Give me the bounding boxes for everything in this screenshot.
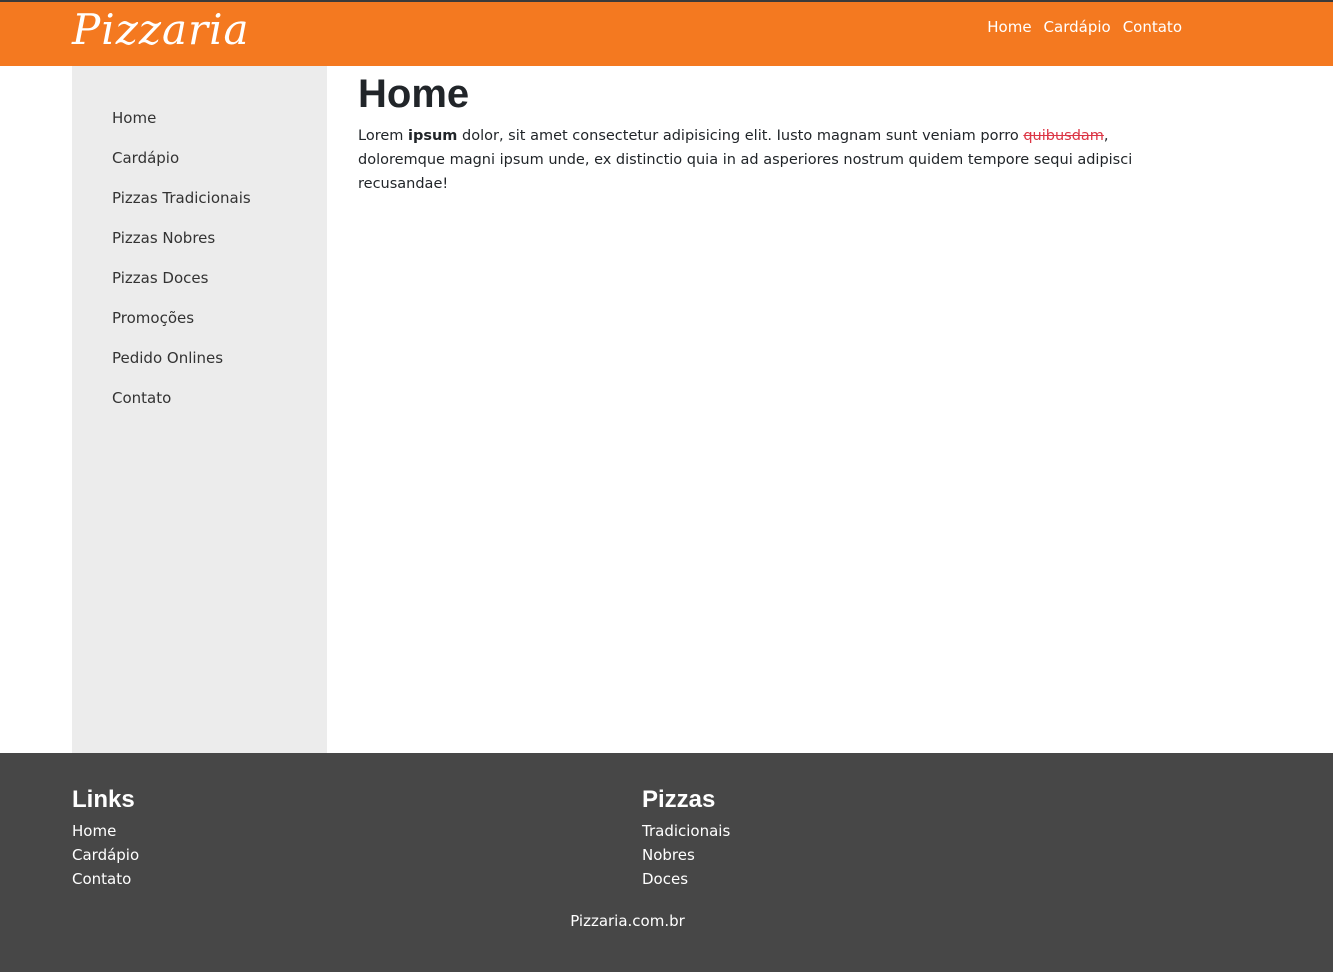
- footer-link-contato[interactable]: Contato: [72, 867, 139, 891]
- top-nav: Home Cardápio Contato: [987, 16, 1182, 38]
- footer-links-column: Links Home Cardápio Contato: [72, 785, 139, 891]
- footer-pizzas-column: Pizzas Tradicionais Nobres Doces: [642, 785, 730, 891]
- sidebar-item-contato[interactable]: Contato: [72, 388, 327, 428]
- main-content: Home Lorem ipsum dolor, sit amet consect…: [358, 66, 1188, 196]
- sidebar-item-cardapio[interactable]: Cardápio: [72, 148, 327, 188]
- footer-link-tradicionais[interactable]: Tradicionais: [642, 819, 730, 843]
- top-nav-home-link[interactable]: Home: [987, 16, 1031, 38]
- intro-paragraph: Lorem ipsum dolor, sit amet consectetur …: [358, 124, 1188, 196]
- footer-copyright: Pizzaria.com.br: [570, 912, 685, 930]
- footer-links-heading: Links: [72, 786, 135, 813]
- paragraph-bold-text: ipsum: [408, 128, 458, 144]
- sidebar-item-pizzas-tradicionais[interactable]: Pizzas Tradicionais: [72, 188, 327, 228]
- footer-pizzas-heading: Pizzas: [642, 786, 716, 813]
- sidebar-menu: Home Cardápio Pizzas Tradicionais Pizzas…: [72, 66, 327, 428]
- paragraph-text-1: Lorem: [358, 128, 408, 144]
- top-nav-contato-link[interactable]: Contato: [1123, 16, 1182, 38]
- paragraph-text-2: dolor, sit amet consectetur adipisicing …: [457, 128, 1024, 144]
- top-nav-cardapio-link[interactable]: Cardápio: [1044, 16, 1111, 38]
- page-title: Home: [358, 72, 470, 116]
- footer: Links Home Cardápio Contato Pizzas Tradi…: [0, 753, 1333, 972]
- sidebar-item-pizzas-nobres[interactable]: Pizzas Nobres: [72, 228, 327, 268]
- footer-link-cardapio[interactable]: Cardápio: [72, 843, 139, 867]
- sidebar-item-pizzas-doces[interactable]: Pizzas Doces: [72, 268, 327, 308]
- footer-link-doces[interactable]: Doces: [642, 867, 730, 891]
- brand-logo[interactable]: Pizzaria: [72, 4, 250, 56]
- footer-link-home[interactable]: Home: [72, 819, 139, 843]
- paragraph-strikethrough-text: quibusdam: [1023, 128, 1104, 144]
- sidebar: Home Cardápio Pizzas Tradicionais Pizzas…: [72, 66, 327, 753]
- top-navbar: Pizzaria Home Cardápio Contato: [0, 0, 1333, 66]
- sidebar-item-pedido-online[interactable]: Pedido Onlines: [72, 348, 327, 388]
- footer-link-nobres[interactable]: Nobres: [642, 843, 730, 867]
- sidebar-item-home[interactable]: Home: [72, 108, 327, 148]
- sidebar-item-promocoes[interactable]: Promoções: [72, 308, 327, 348]
